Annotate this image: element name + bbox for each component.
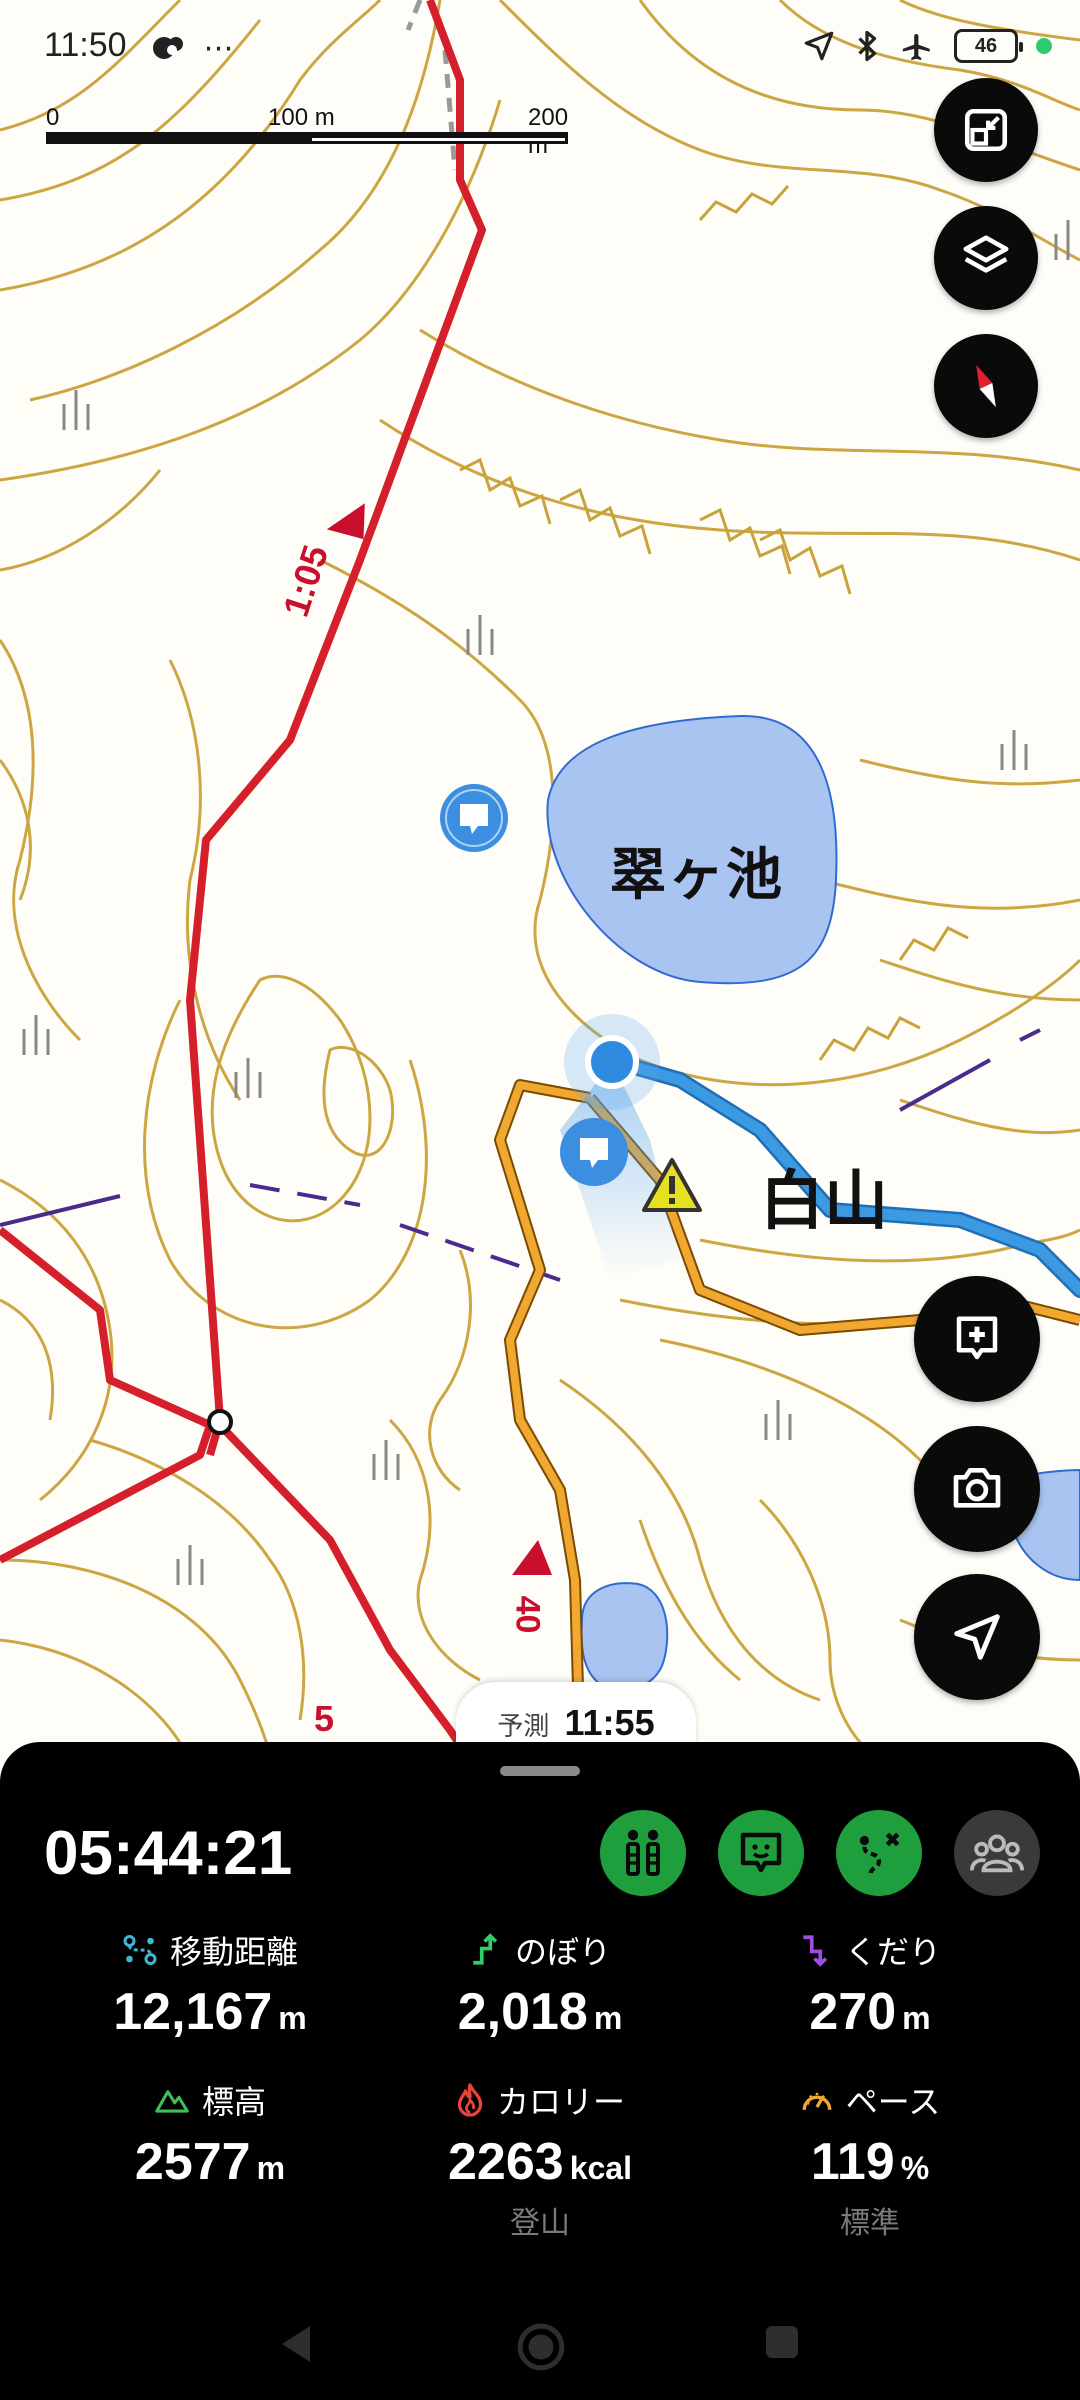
stat-value: 270 <box>809 1983 897 2041</box>
current-location-dot <box>585 1035 639 1089</box>
stat-label: カロリー <box>496 2083 625 2121</box>
stat-unit: % <box>900 2150 930 2186</box>
trail-time-label: 40 <box>508 1595 547 1634</box>
stat-distance: 移動距離 12,167 m <box>30 1928 390 2042</box>
navigation-arrow-icon <box>954 1614 1000 1660</box>
stat-value: 2577 <box>134 2133 251 2191</box>
mountain-icon <box>155 2090 189 2113</box>
stat-ascent: のぼり 2,018 m <box>360 1928 720 2042</box>
stat-elevation: 標高 2577 m <box>30 2078 390 2192</box>
compass-button[interactable] <box>934 334 1038 438</box>
activity-panel: 05:44:21 移動距離 12,167 m のぼり 2,018 m くだり 270… <box>0 1742 1080 2400</box>
stat-label: 移動距離 <box>169 1933 298 1971</box>
trail-junction <box>207 1409 233 1435</box>
bluetooth-icon <box>858 30 877 62</box>
descent-icon <box>803 1935 828 1967</box>
status-left-icons: ⋯ <box>150 30 234 66</box>
trail-red <box>0 0 486 1760</box>
map-view[interactable]: 翠ヶ池 白山 1:05 40 5 11:50 ⋯ 46 0 100 m 200 … <box>0 0 1080 1760</box>
trail-direction-arrow <box>326 503 365 540</box>
stat-value: 2,018 <box>457 1983 588 2041</box>
group-button[interactable] <box>954 1810 1040 1896</box>
battery-indicator: 46 <box>954 29 1023 63</box>
stat-label: のぼり <box>514 1933 611 1971</box>
system-nav-bar <box>0 2300 1080 2400</box>
stat-pace: ペース 119% 標準 <box>690 2078 1050 2242</box>
stat-sub: 登山 <box>510 2206 570 2241</box>
compass-icon <box>976 364 996 408</box>
camera-button[interactable] <box>914 1426 1040 1552</box>
eta-value: 11:55 <box>564 1702 655 1743</box>
peak-label: 白山 <box>760 1165 888 1239</box>
scale-start: 0 <box>46 104 60 131</box>
stat-value: 12,167 <box>113 1983 273 2041</box>
layers-icon <box>963 235 1009 273</box>
camera-icon <box>953 1468 1001 1508</box>
stat-value: 119 <box>810 2133 895 2191</box>
distance-icon <box>123 1935 157 1965</box>
fullscreen-icon <box>964 108 1008 152</box>
stat-label: 標高 <box>201 2083 266 2121</box>
stat-unit: kcal <box>569 2150 632 2186</box>
checkpoint-list-icon <box>626 1829 660 1876</box>
route-icon <box>859 1832 900 1875</box>
scale-bar: 0 100 m 200 m <box>46 104 576 164</box>
stat-unit: m <box>902 2000 931 2036</box>
scale-mid: 100 m <box>268 104 335 131</box>
drag-handle[interactable] <box>500 1766 580 1776</box>
stat-value: 2263 <box>448 2133 564 2191</box>
airplane-icon <box>902 33 930 61</box>
route-button[interactable] <box>836 1810 922 1896</box>
locate-button[interactable] <box>914 1574 1040 1700</box>
stat-sub: 標準 <box>840 2206 900 2241</box>
flame-icon <box>457 2083 483 2117</box>
recents-icon[interactable] <box>762 2322 802 2362</box>
speedometer-icon <box>802 2092 832 2111</box>
ascent-icon <box>473 1933 498 1965</box>
stat-unit: m <box>256 2150 286 2186</box>
add-note-button[interactable] <box>914 1276 1040 1402</box>
stat-label: ペース <box>845 2083 941 2121</box>
trail-direction-arrow <box>512 1540 552 1575</box>
back-icon[interactable] <box>276 2322 316 2366</box>
checkpoint-button[interactable] <box>600 1810 686 1896</box>
pond-label: 翠ヶ池 <box>610 843 784 908</box>
group-icon <box>970 1834 1024 1873</box>
layers-button[interactable] <box>934 206 1038 310</box>
recording-dot <box>1036 38 1052 54</box>
memo-button[interactable] <box>718 1810 804 1896</box>
comment-pin-icon[interactable] <box>560 1118 628 1186</box>
status-time: 11:50 <box>44 26 127 64</box>
eta-label: 予測 <box>497 1712 550 1742</box>
location-arrow-icon <box>804 31 834 61</box>
more-dots-icon: ⋯ <box>203 31 234 66</box>
stat-unit: m <box>593 2000 623 2036</box>
add-comment-icon <box>956 1316 998 1360</box>
elapsed-time: 05:44:21 <box>44 1819 293 1888</box>
fullscreen-button[interactable] <box>934 78 1038 182</box>
stat-calories: カロリー 2263 kcal 登山 <box>360 2078 720 2242</box>
status-bar: 11:50 ⋯ 46 <box>0 0 1080 96</box>
home-icon[interactable] <box>516 2322 566 2372</box>
stat-unit: m <box>278 2000 307 2036</box>
comment-pin-icon[interactable] <box>440 784 508 852</box>
weather-icon <box>150 30 196 65</box>
stat-descent: くだり 270 m <box>690 1928 1050 2042</box>
trail-marker-label: 5 <box>314 1698 335 1739</box>
smile-comment-icon <box>740 1832 782 1873</box>
stat-label: くだり <box>844 1933 941 1971</box>
